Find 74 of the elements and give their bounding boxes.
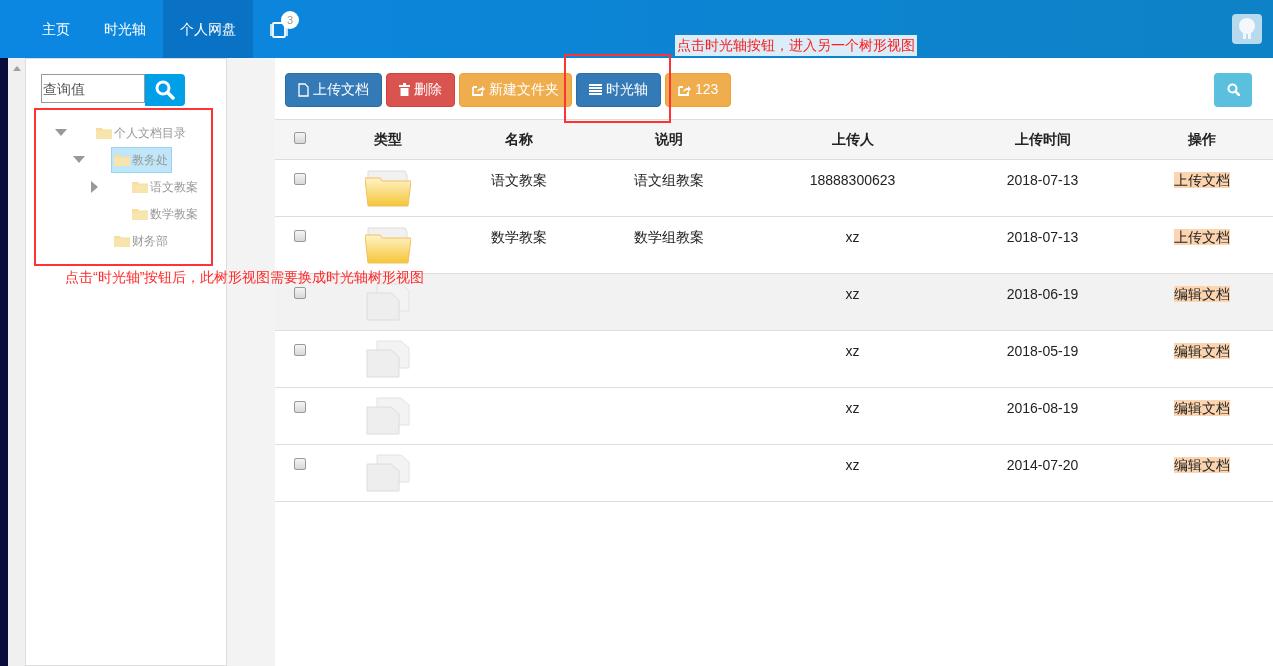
column-header: 说明 bbox=[655, 131, 683, 147]
share-icon bbox=[678, 83, 691, 96]
avatar[interactable] bbox=[1232, 14, 1262, 44]
nav-tab[interactable]: 主页 bbox=[25, 0, 87, 58]
table-cell: 18888300623 bbox=[809, 172, 896, 188]
notification-badge: 3 bbox=[281, 11, 299, 29]
checkbox[interactable] bbox=[294, 230, 306, 242]
folder-icon bbox=[364, 226, 411, 264]
column-header: 操作 bbox=[1187, 131, 1216, 147]
table-cell: xz bbox=[845, 457, 860, 473]
nav-tab[interactable]: 时光轴 bbox=[87, 0, 163, 58]
caret-down-icon[interactable] bbox=[73, 156, 85, 163]
search-field[interactable]: 查询值 bbox=[41, 74, 145, 103]
table-cell: xz bbox=[845, 400, 860, 416]
toolbar-button[interactable]: 时光轴 bbox=[576, 72, 661, 107]
folder-icon bbox=[364, 169, 411, 207]
action-link[interactable]: 编辑文档 bbox=[1173, 457, 1230, 473]
table-cell: 2018-05-19 bbox=[1006, 343, 1079, 359]
folder-icon bbox=[132, 207, 148, 220]
toolbar-button[interactable]: 删除 bbox=[386, 72, 455, 107]
file-icon bbox=[298, 82, 309, 97]
checkbox[interactable] bbox=[294, 458, 306, 470]
folder-icon bbox=[114, 153, 130, 166]
action-link[interactable]: 编辑文档 bbox=[1173, 400, 1230, 416]
action-link[interactable]: 编辑文档 bbox=[1173, 286, 1230, 302]
column-header: 名称 bbox=[505, 131, 533, 147]
table-cell: 2018-07-13 bbox=[1006, 172, 1079, 188]
nav-tab[interactable]: 个人网盘 bbox=[163, 0, 253, 58]
documents-icon bbox=[364, 340, 411, 378]
checkbox[interactable] bbox=[294, 287, 306, 299]
table-cell: 语文组教案 bbox=[634, 172, 704, 188]
trash-icon bbox=[399, 83, 410, 96]
action-link[interactable]: 上传文档 bbox=[1173, 229, 1230, 245]
action-link[interactable]: 编辑文档 bbox=[1173, 343, 1230, 359]
tree-node[interactable]: 语文教案 bbox=[129, 173, 202, 200]
tree-node[interactable]: 个人文档目录 bbox=[93, 119, 190, 146]
table-cell: xz bbox=[845, 229, 860, 245]
table-cell: xz bbox=[845, 343, 860, 359]
table-cell: 数学教案 bbox=[491, 229, 547, 245]
tree-node[interactable]: 财务部 bbox=[111, 227, 172, 254]
folder-icon bbox=[114, 234, 130, 247]
documents-icon bbox=[364, 397, 411, 435]
checkbox[interactable] bbox=[294, 132, 306, 144]
table-cell: 2016-08-19 bbox=[1006, 400, 1079, 416]
checkbox[interactable] bbox=[294, 173, 306, 185]
share-icon bbox=[472, 83, 485, 96]
action-link[interactable]: 上传文档 bbox=[1173, 172, 1230, 188]
column-header: 上传人 bbox=[831, 131, 874, 147]
folder-icon bbox=[132, 180, 148, 193]
annotation-text: 点击时光轴按钮，进入另一个树形视图 bbox=[675, 35, 917, 56]
toolbar-button[interactable]: 上传文档 bbox=[285, 72, 382, 107]
table-cell: 数学组教案 bbox=[634, 229, 704, 245]
table-cell: 2014-07-20 bbox=[1006, 457, 1079, 473]
table-cell: 2018-06-19 bbox=[1006, 286, 1079, 302]
search-icon bbox=[1226, 83, 1240, 96]
checkbox[interactable] bbox=[294, 344, 306, 356]
list-icon bbox=[589, 84, 602, 95]
caret-down-icon[interactable] bbox=[55, 129, 67, 136]
caret-right-icon[interactable] bbox=[91, 180, 98, 193]
column-header: 类型 bbox=[373, 131, 402, 147]
tree-node[interactable]: 数学教案 bbox=[129, 200, 202, 227]
table-cell: xz bbox=[845, 286, 860, 302]
search-button[interactable] bbox=[1214, 72, 1252, 107]
annotation-text: 点击“时光轴”按钮后，此树形视图需要换成时光轴树形视图 bbox=[65, 268, 425, 287]
column-header: 上传时间 bbox=[1014, 131, 1071, 147]
search-button[interactable] bbox=[145, 74, 185, 106]
checkbox[interactable] bbox=[294, 401, 306, 413]
documents-icon bbox=[364, 454, 411, 492]
table-cell: 语文教案 bbox=[491, 172, 547, 188]
tree-node[interactable]: 教务处 bbox=[111, 146, 172, 173]
table-cell: 2018-07-13 bbox=[1006, 229, 1079, 245]
scroll-up-icon[interactable] bbox=[12, 66, 21, 71]
search-icon bbox=[155, 80, 175, 100]
folder-icon bbox=[96, 126, 112, 139]
